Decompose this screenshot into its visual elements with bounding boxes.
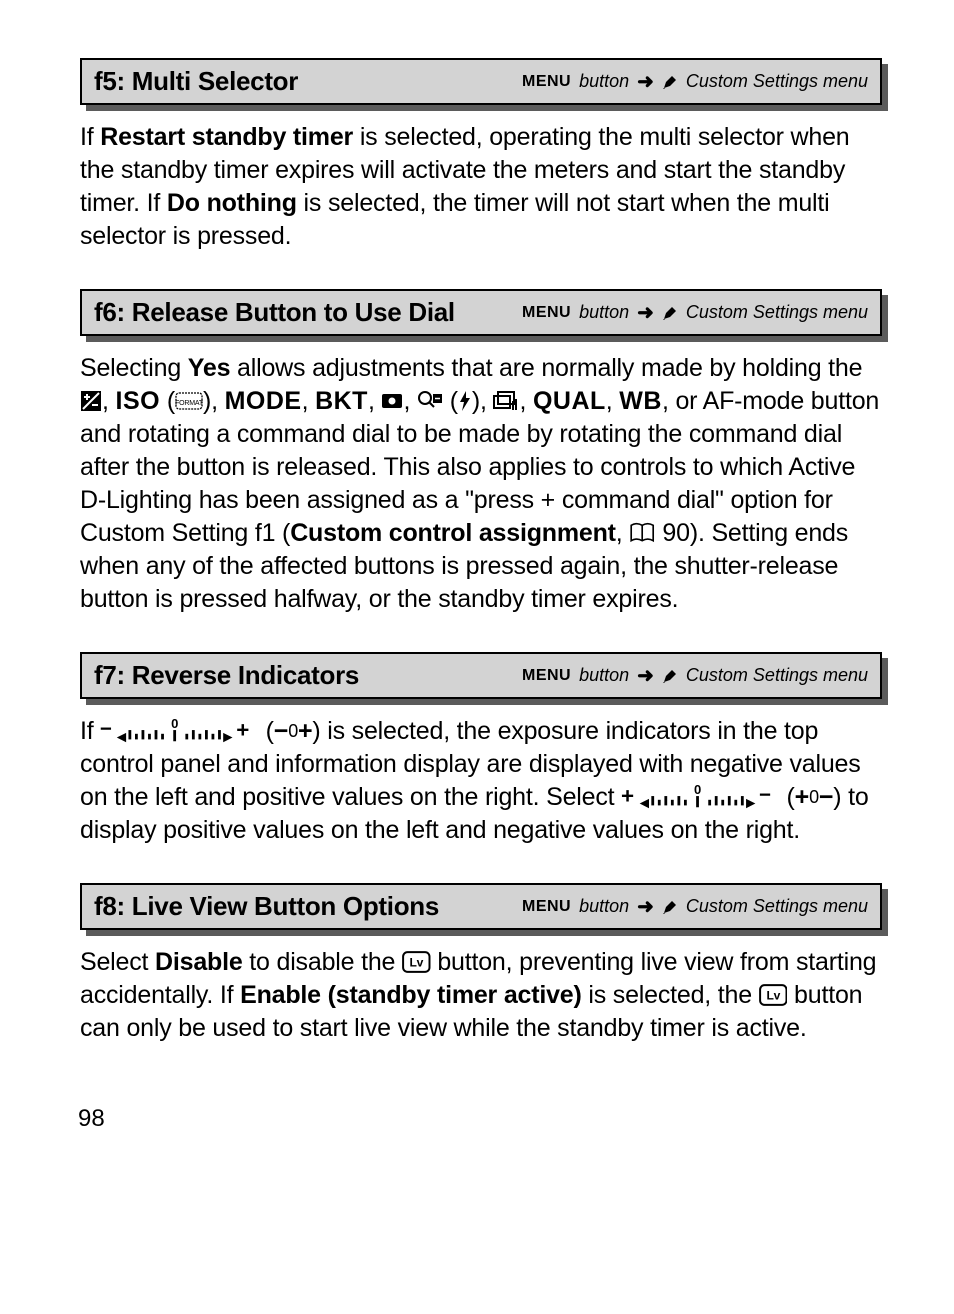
section-title-f5: f5: Multi Selector [94, 66, 298, 97]
svg-text:+: + [237, 718, 250, 743]
arrow-right-icon: ➜ [637, 894, 654, 919]
section-title-f6: f6: Release Button to Use Dial [94, 297, 455, 328]
arrow-right-icon: ➜ [637, 69, 654, 94]
section-right-f8: MENU button ➜ Custom Settings menu [522, 894, 868, 919]
section-title-f8: f8: Live View Button Options [94, 891, 439, 922]
svg-text:−: − [100, 718, 112, 741]
exposure-comp-icon [80, 388, 102, 410]
zoom-out-icon [417, 388, 443, 410]
indicator-minus-plus-icon: − 0 + [100, 717, 259, 745]
body-f6: Selecting Yes allows adjustments that ar… [80, 352, 882, 616]
lv-button-icon: Lv [759, 982, 788, 1004]
section-header-f5: f5: Multi Selector MENU button ➜ Custom … [80, 58, 882, 105]
svg-text:Lv: Lv [409, 955, 423, 969]
format-icon: FORMAT [175, 388, 203, 410]
page-number: 98 [78, 1105, 882, 1133]
arrow-right-icon: ➜ [637, 663, 654, 688]
svg-text:FORMAT: FORMAT [175, 400, 203, 407]
body-f5: If Restart standby timer is selected, op… [80, 121, 882, 253]
arrow-right-icon: ➜ [637, 300, 654, 325]
section-right-f6: MENU button ➜ Custom Settings menu [522, 300, 868, 325]
svg-text:0: 0 [171, 717, 178, 731]
pencil-icon [662, 74, 678, 90]
svg-text:+: + [621, 784, 634, 809]
indicator-plus-minus-icon: + 0 − [621, 783, 780, 811]
body-f7: If − 0 + (−0+) is selected, the exposure… [80, 715, 882, 847]
release-mode-icon [493, 388, 519, 410]
body-f8: Select Disable to disable the Lv button,… [80, 946, 882, 1045]
book-page-icon [629, 520, 655, 542]
pencil-icon [662, 899, 678, 915]
flash-icon [458, 388, 472, 410]
svg-text:0: 0 [694, 783, 701, 797]
menu-target-label: Custom Settings menu [686, 71, 868, 92]
section-right-f7: MENU button ➜ Custom Settings menu [522, 663, 868, 688]
pencil-icon [662, 305, 678, 321]
svg-text:−: − [759, 784, 771, 807]
button-word: button [579, 71, 629, 92]
svg-text:Lv: Lv [766, 988, 780, 1002]
section-header-f6: f6: Release Button to Use Dial MENU butt… [80, 289, 882, 336]
section-header-f8: f8: Live View Button Options MENU button… [80, 883, 882, 930]
section-right-f5: MENU button ➜ Custom Settings menu [522, 69, 868, 94]
section-header-f7: f7: Reverse Indicators MENU button ➜ Cus… [80, 652, 882, 699]
metering-icon [381, 388, 403, 410]
section-title-f7: f7: Reverse Indicators [94, 660, 359, 691]
pencil-icon [662, 668, 678, 684]
lv-button-icon: Lv [402, 949, 431, 971]
menu-button-label: MENU [522, 73, 571, 91]
